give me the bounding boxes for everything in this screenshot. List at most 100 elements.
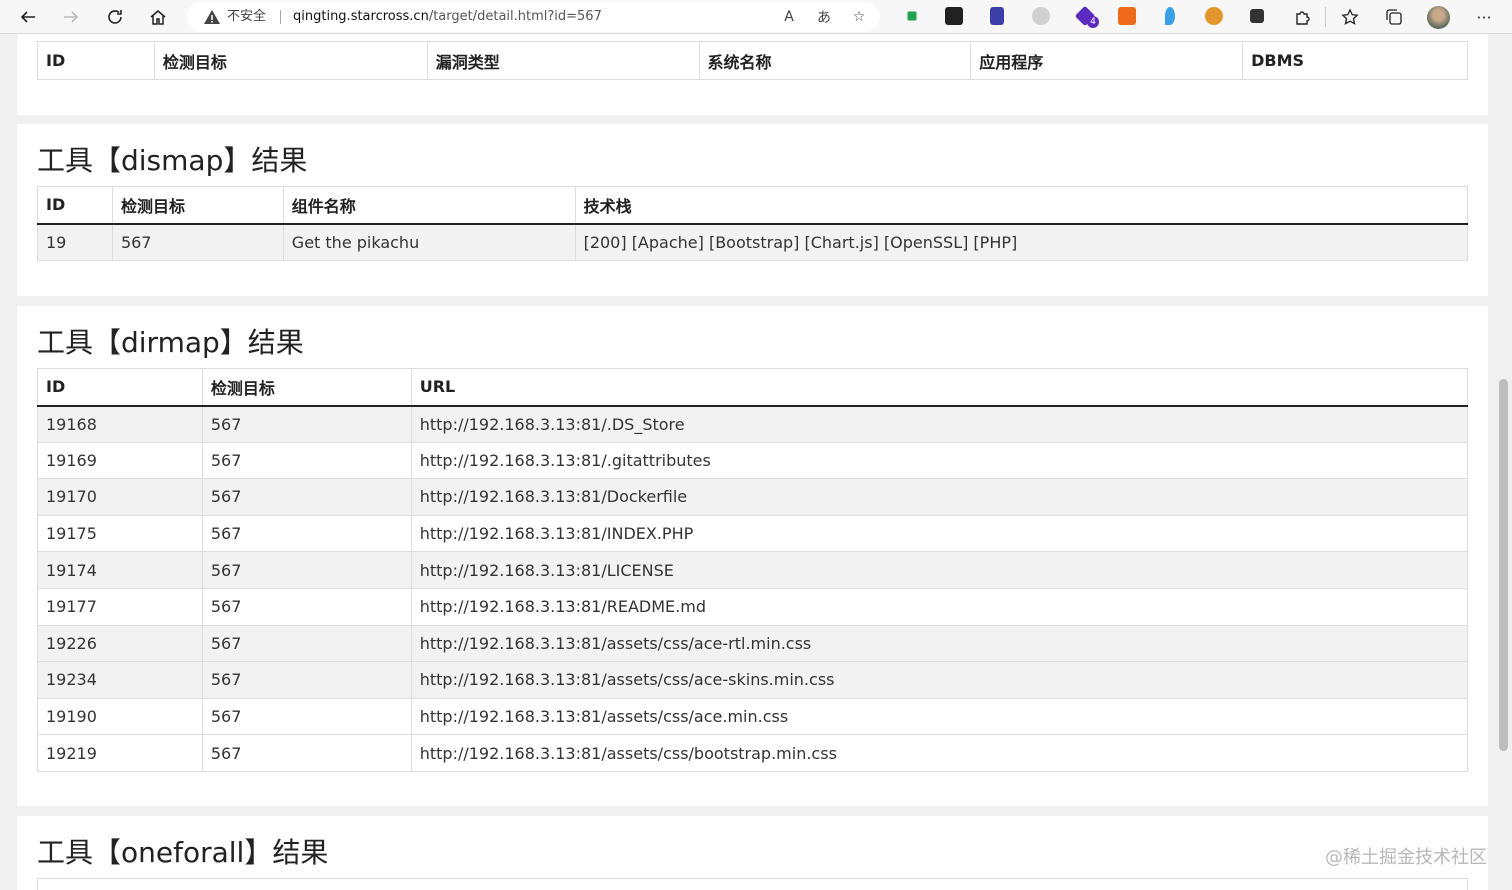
- cell-url: http://192.168.3.13:81/assets/css/bootst…: [410, 734, 1469, 772]
- back-icon[interactable]: [12, 0, 44, 34]
- col-header-system-name: 系统名称: [698, 41, 972, 80]
- table-row: 19190 567 http://192.168.3.13:81/assets/cs…: [37, 697, 1469, 736]
- cell-url: http://192.168.3.13:81/.DS_Store: [410, 405, 1469, 443]
- panel-dismap: 工具【dismap】结果 ID 检测目标 组件名称 技术栈 19 567 Get…: [17, 124, 1488, 296]
- vuln-table: ID 检测目标 漏洞类型 系统名称 应用程序 DBMS: [37, 41, 1468, 80]
- extension-x-icon[interactable]: [1250, 9, 1264, 23]
- warning-icon[interactable]: [203, 8, 221, 26]
- cell-url: http://192.168.3.13:81/README.md: [410, 587, 1469, 626]
- col-header-target: 检测目标: [153, 41, 428, 80]
- toolbar-separator: [1325, 7, 1326, 27]
- oneforall-title: 工具【oneforall】结果: [37, 836, 329, 869]
- extension-green-icon[interactable]: [907, 11, 917, 21]
- cell-url: http://192.168.3.13:81/Dockerfile: [410, 478, 1469, 516]
- extension-face-icon[interactable]: [1205, 7, 1223, 25]
- cell-target: 567: [201, 661, 412, 699]
- col-header-tech-stack: 技术栈: [574, 186, 1469, 225]
- table-row: 19169 567 http://192.168.3.13:81/.gitattri…: [37, 441, 1469, 480]
- url-host: qingting.starcross.cn: [293, 9, 429, 24]
- cell-url: http://192.168.3.13:81/assets/css/ace-sk…: [410, 661, 1469, 699]
- address-bar[interactable]: 不安全 qingting.starcross.cn/target/detail.…: [187, 2, 880, 32]
- cell-url: http://192.168.3.13:81/.gitattributes: [410, 441, 1469, 480]
- table-row: 19234 567 http://192.168.3.13:81/assets/cs…: [37, 661, 1469, 699]
- cell-id: 19: [37, 223, 113, 261]
- cell-target: 567: [201, 405, 412, 443]
- page-scrollbar[interactable]: [1495, 34, 1512, 890]
- table-row: 19 567 Get the pikachu [200] [Apache] [B…: [37, 223, 1469, 261]
- cell-target: 567: [201, 587, 412, 626]
- cell-id: 19174: [37, 551, 203, 589]
- col-header-target: 检测目标: [111, 186, 284, 225]
- extension-badge: 4: [1087, 16, 1099, 28]
- oneforall-table: [37, 878, 1468, 890]
- scrollbar-thumb[interactable]: [1499, 379, 1508, 751]
- table-row: 19177 567 http://192.168.3.13:81/README.md: [37, 587, 1469, 626]
- col-header-url: URL: [410, 368, 1469, 407]
- url-path: /target/detail.html?id=567: [428, 9, 602, 24]
- cell-id: 19175: [37, 514, 203, 553]
- col-header-component: 组件名称: [282, 186, 576, 225]
- extension-doc-icon[interactable]: [990, 7, 1004, 25]
- cell-url: http://192.168.3.13:81/INDEX.PHP: [410, 514, 1469, 553]
- col-header-id: ID: [37, 368, 203, 407]
- cell-url: http://192.168.3.13:81/LICENSE: [410, 551, 1469, 589]
- cell-url: http://192.168.3.13:81/assets/css/ace-rt…: [410, 624, 1469, 663]
- cell-id: 19234: [37, 661, 203, 699]
- refresh-icon[interactable]: [99, 0, 131, 34]
- dirmap-title: 工具【dirmap】结果: [37, 326, 304, 359]
- favorites-icon[interactable]: [1338, 0, 1362, 34]
- extension-shield-icon[interactable]: [1032, 7, 1050, 25]
- table-row: 19219 567 http://192.168.3.13:81/assets/cs…: [37, 734, 1469, 772]
- cell-id: 19177: [37, 587, 203, 626]
- extensions-puzzle-icon[interactable]: [1290, 0, 1314, 34]
- col-header-vuln-type: 漏洞类型: [426, 41, 700, 80]
- table-row: 19168 567 http://192.168.3.13:81/.DS_Store: [37, 405, 1469, 443]
- panel-oneforall: 工具【oneforall】结果: [17, 816, 1488, 890]
- extension-u-icon[interactable]: [945, 7, 963, 25]
- table-row: 19175 567 http://192.168.3.13:81/INDEX.PHP: [37, 514, 1469, 553]
- col-header-id: ID: [37, 41, 155, 80]
- collections-icon[interactable]: [1382, 0, 1406, 34]
- cell-target: 567: [201, 514, 412, 553]
- cell-component: Get the pikachu: [282, 223, 576, 261]
- cell-target: 567: [201, 624, 412, 663]
- extension-pin-icon[interactable]: [1165, 7, 1175, 25]
- dismap-table: ID 检测目标 组件名称 技术栈 19 567 Get the pikachu …: [37, 186, 1469, 261]
- cell-id: 19226: [37, 624, 203, 663]
- cell-target: 567: [201, 551, 412, 589]
- forward-icon[interactable]: [55, 0, 87, 34]
- panel-dirmap: 工具【dirmap】结果 ID 检测目标 URL 19168 567 http://…: [17, 306, 1488, 806]
- cell-target: 567: [201, 734, 412, 772]
- table-row: 19170 567 http://192.168.3.13:81/Dockerfil…: [37, 478, 1469, 516]
- cell-id: 19170: [37, 478, 203, 516]
- dirmap-table: ID 检测目标 URL 19168 567 http://192.168.3.13:…: [37, 368, 1469, 772]
- col-header-application: 应用程序: [970, 41, 1244, 80]
- cell-tech-stack: [200] [Apache] [Bootstrap] [Chart.js] [O…: [574, 223, 1469, 261]
- col-header-id: ID: [37, 186, 113, 225]
- dismap-title: 工具【dismap】结果: [37, 144, 308, 177]
- cell-id: 19169: [37, 441, 203, 480]
- profile-avatar[interactable]: [1427, 6, 1450, 29]
- url-text[interactable]: qingting.starcross.cn/target/detail.html…: [293, 2, 602, 32]
- cell-target: 567: [201, 441, 412, 480]
- col-header-dbms: DBMS: [1242, 41, 1468, 80]
- security-label[interactable]: 不安全: [227, 2, 266, 32]
- table-row: 19174 567 http://192.168.3.13:81/LICENSE: [37, 551, 1469, 589]
- home-icon[interactable]: [142, 0, 174, 34]
- cell-id: 19190: [37, 697, 203, 736]
- add-favorite-icon[interactable]: ☆: [847, 2, 871, 32]
- extension-percent-icon[interactable]: [1118, 7, 1136, 25]
- cell-target: 567: [111, 223, 284, 261]
- address-separator: [280, 10, 281, 24]
- translate-icon[interactable]: あ: [812, 2, 836, 32]
- col-header-target: 检测目标: [201, 368, 412, 407]
- read-aloud-icon[interactable]: A: [777, 2, 801, 32]
- table-row: 19226 567 http://192.168.3.13:81/assets/cs…: [37, 624, 1469, 663]
- cell-id: 19219: [37, 734, 203, 772]
- cell-target: 567: [201, 478, 412, 516]
- watermark: @稀土掘金技术社区: [1325, 847, 1487, 868]
- more-menu-icon[interactable]: ···: [1472, 0, 1496, 34]
- panel-vuln-results: ID 检测目标 漏洞类型 系统名称 应用程序 DBMS: [17, 34, 1488, 115]
- cell-id: 19168: [37, 405, 203, 443]
- browser-toolbar: 不安全 qingting.starcross.cn/target/detail.…: [0, 0, 1512, 34]
